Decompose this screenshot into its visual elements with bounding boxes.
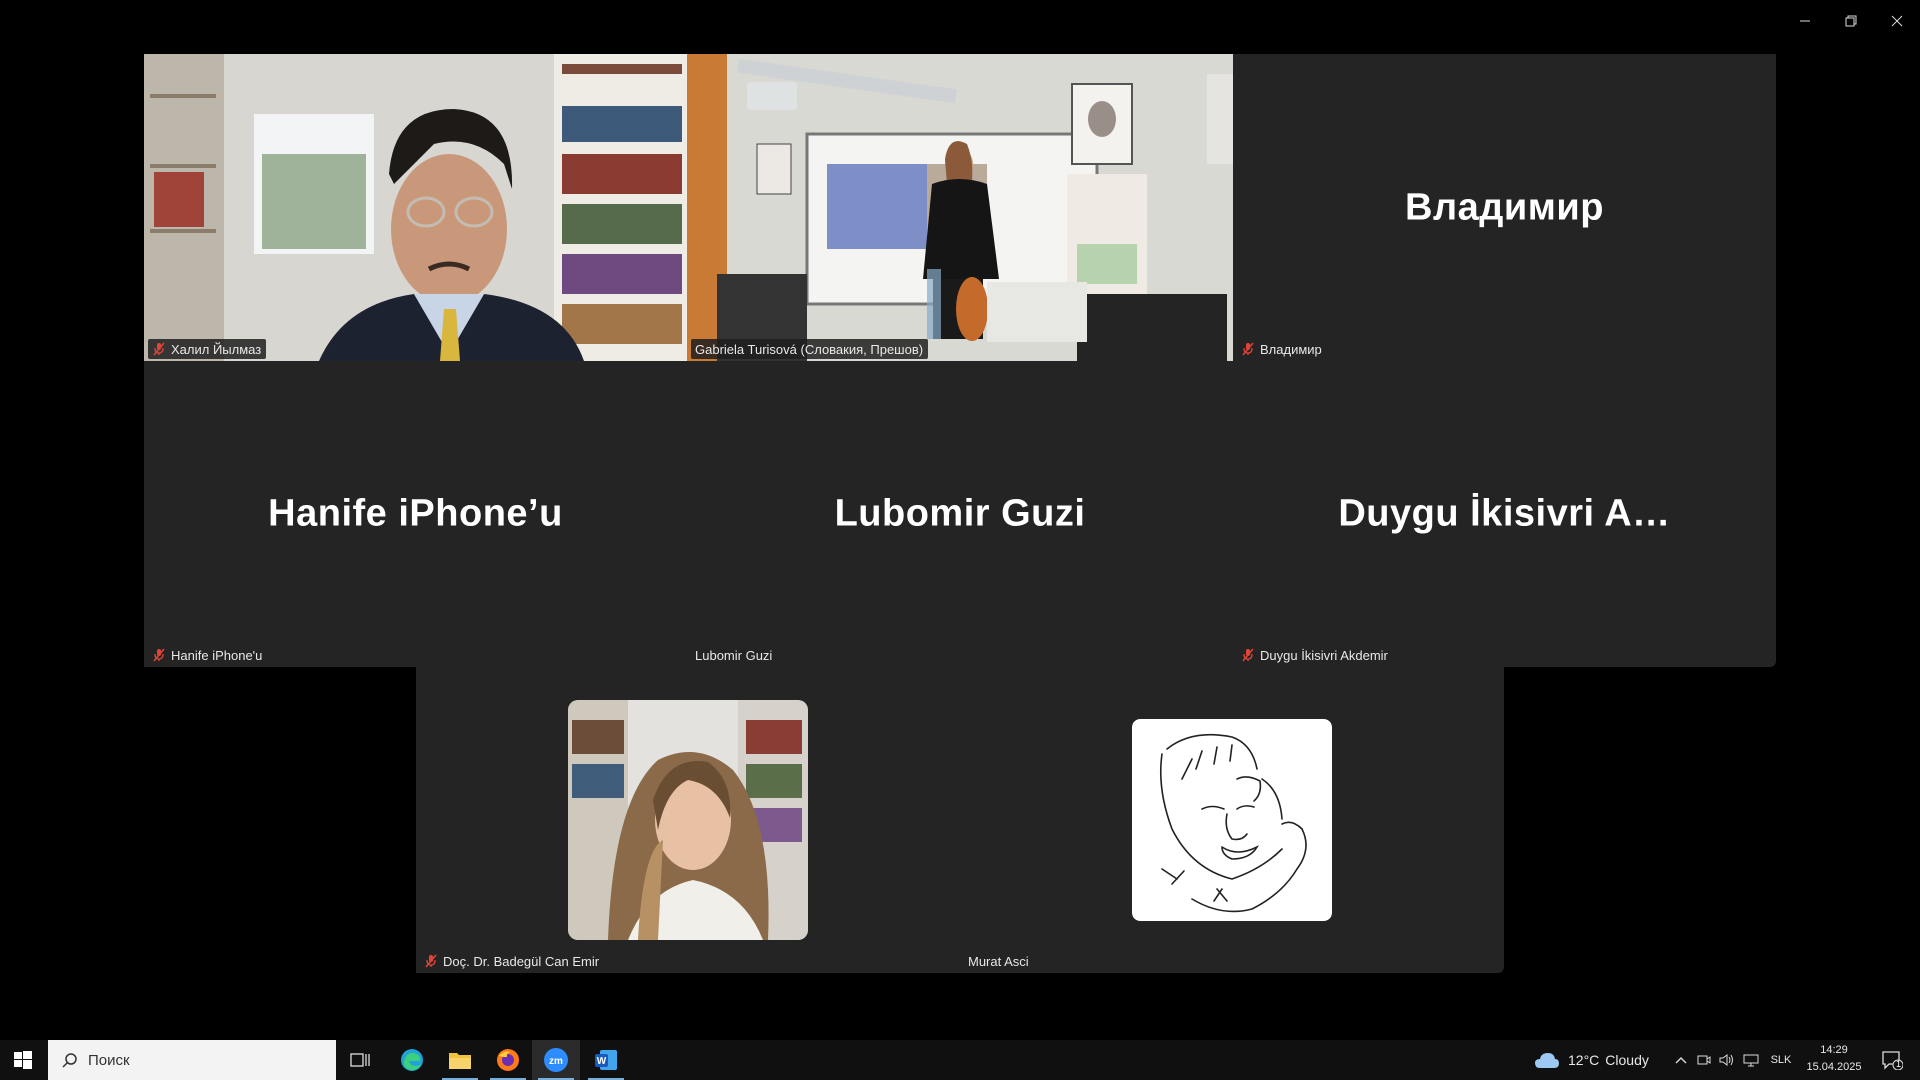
profile-sketch bbox=[1132, 719, 1332, 921]
close-icon bbox=[1891, 15, 1903, 27]
zoom-icon: zm bbox=[544, 1048, 568, 1072]
video-tile-2[interactable]: Gabriela Turisová (Словакия, Прешов) bbox=[687, 54, 1233, 361]
svg-text:W: W bbox=[597, 1056, 607, 1067]
muted-mic-icon bbox=[425, 954, 437, 968]
participant-name-tag: Владимир bbox=[1237, 339, 1327, 359]
folder-icon bbox=[449, 1053, 471, 1069]
camera-icon bbox=[1697, 1055, 1711, 1065]
video-tile-6[interactable]: Duygu İkisivri A… Duygu İkisivri Akdemir bbox=[1233, 361, 1776, 667]
participant-display-name: Duygu İkisivri A… bbox=[1338, 492, 1671, 535]
participant-name: Халил Йылмаз bbox=[171, 341, 262, 357]
muted-mic-icon bbox=[153, 342, 165, 356]
volume-button[interactable] bbox=[1716, 1040, 1738, 1080]
taskbar-search[interactable]: Поиск bbox=[48, 1040, 336, 1080]
participant-name-tag: Duygu İkisivri Akdemir bbox=[1237, 645, 1393, 665]
start-button[interactable] bbox=[0, 1040, 46, 1080]
minimize-icon bbox=[1800, 20, 1810, 22]
task-view-button[interactable] bbox=[336, 1040, 384, 1080]
edge-icon bbox=[401, 1049, 423, 1071]
video-tile-4[interactable]: Hanife iPhone’u Hanife iPhone'u bbox=[144, 361, 687, 667]
notification-center-button[interactable]: 1 bbox=[1872, 1040, 1912, 1080]
muted-mic-icon bbox=[1242, 648, 1254, 662]
participant-name: Duygu İkisivri Akdemir bbox=[1260, 647, 1388, 663]
chevron-up-icon bbox=[1675, 1057, 1687, 1064]
windows-logo-icon bbox=[14, 1051, 32, 1069]
weather-temp: 12°C bbox=[1568, 1052, 1600, 1068]
participant-name-tag: Халил Йылмаз bbox=[148, 339, 267, 359]
firefox-icon bbox=[497, 1049, 519, 1071]
participant-video bbox=[687, 54, 1233, 361]
muted-mic-icon bbox=[1242, 342, 1254, 356]
speaker-icon bbox=[1719, 1054, 1733, 1066]
video-tile-8[interactable]: Murat Asci bbox=[960, 667, 1504, 973]
participant-name-tag: Murat Asci bbox=[964, 951, 1034, 971]
firefox-taskbar-button[interactable] bbox=[484, 1040, 532, 1080]
video-tile-7[interactable]: Doç. Dr. Badegül Can Emir bbox=[416, 667, 960, 973]
participant-name-tag: Lubomir Guzi bbox=[691, 645, 777, 665]
participant-name: Gabriela Turisová (Словакия, Прешов) bbox=[695, 341, 924, 357]
clock-time: 14:29 bbox=[1820, 1044, 1848, 1056]
input-language: SLK bbox=[1770, 1054, 1792, 1066]
video-tile-1[interactable]: Халил Йылмаз bbox=[144, 54, 687, 361]
participant-display-name: Владимир bbox=[1405, 186, 1604, 228]
participant-video bbox=[144, 54, 687, 361]
participant-display-name: Hanife iPhone’u bbox=[268, 492, 563, 535]
windows-taskbar: Поиск zm W 12°C Cloudy SLK 14:29 15.04.2… bbox=[0, 1040, 1920, 1080]
search-icon bbox=[62, 1053, 77, 1068]
video-tile-3[interactable]: Владимир Владимир bbox=[1233, 54, 1776, 361]
zoom-taskbar-button[interactable]: zm bbox=[532, 1040, 580, 1080]
search-placeholder: Поиск bbox=[88, 1051, 130, 1069]
input-language-button[interactable]: SLK bbox=[1766, 1040, 1796, 1080]
zoom-meeting-window: Халил Йылмаз Gabriela Turisová (Словакия… bbox=[0, 0, 1920, 1040]
network-button[interactable] bbox=[1740, 1040, 1762, 1080]
task-view-icon bbox=[350, 1053, 370, 1067]
participant-name-tag: Doç. Dr. Badegül Can Emir bbox=[420, 951, 604, 971]
word-taskbar-button[interactable]: W bbox=[582, 1040, 630, 1080]
participant-name: Doç. Dr. Badegül Can Emir bbox=[443, 953, 600, 969]
minimize-button[interactable] bbox=[1782, 6, 1828, 36]
svg-text:zm: zm bbox=[549, 1056, 563, 1067]
weather-condition: Cloudy bbox=[1605, 1052, 1649, 1068]
muted-mic-icon bbox=[153, 648, 165, 662]
taskbar-clock[interactable]: 14:29 15.04.2025 bbox=[1800, 1042, 1868, 1076]
cloud-icon bbox=[1535, 1053, 1559, 1068]
participant-name: Владимир bbox=[1260, 341, 1322, 357]
restore-button[interactable] bbox=[1828, 6, 1874, 36]
file-explorer-taskbar-button[interactable] bbox=[436, 1040, 484, 1080]
participant-name-tag: Gabriela Turisová (Словакия, Прешов) bbox=[691, 339, 929, 359]
participant-name: Murat Asci bbox=[968, 953, 1029, 969]
edge-taskbar-button[interactable] bbox=[388, 1040, 436, 1080]
meet-now-button[interactable] bbox=[1694, 1040, 1714, 1080]
clock-date: 15.04.2025 bbox=[1806, 1061, 1862, 1073]
close-button[interactable] bbox=[1874, 6, 1920, 36]
participant-name-tag: Hanife iPhone'u bbox=[148, 645, 267, 665]
notification-count: 1 bbox=[1896, 1059, 1902, 1069]
restore-icon bbox=[1845, 15, 1857, 27]
show-hidden-icons-button[interactable] bbox=[1670, 1040, 1692, 1080]
participant-name: Lubomir Guzi bbox=[695, 647, 773, 663]
video-tile-5[interactable]: Lubomir Guzi Lubomir Guzi bbox=[687, 361, 1233, 667]
participant-display-name: Lubomir Guzi bbox=[834, 492, 1086, 535]
word-icon: W bbox=[595, 1050, 617, 1070]
network-icon bbox=[1743, 1054, 1759, 1067]
weather-widget[interactable]: 12°C Cloudy bbox=[1534, 1040, 1654, 1080]
profile-photo bbox=[568, 700, 808, 940]
participant-name: Hanife iPhone'u bbox=[171, 647, 263, 663]
